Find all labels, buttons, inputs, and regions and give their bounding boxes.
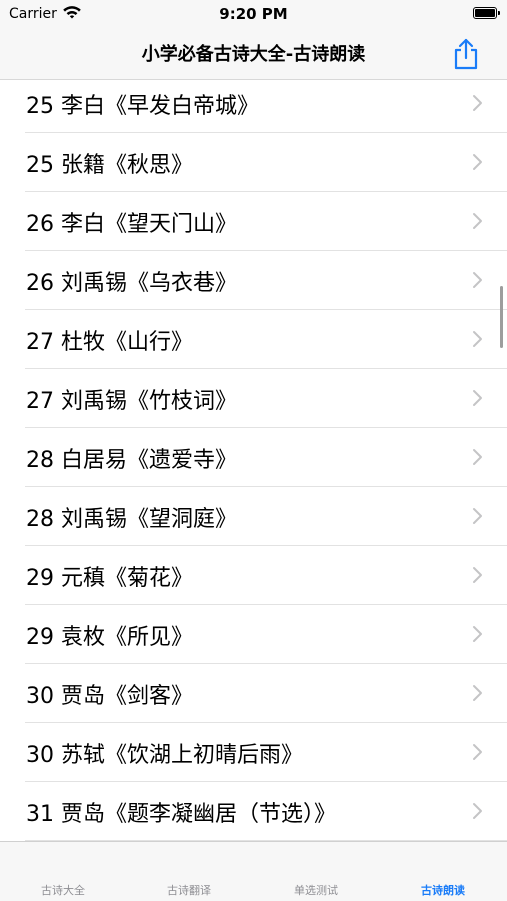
poem-title: 27 刘禹锡《竹枝词》 [26, 389, 237, 414]
tab-label: 古诗朗读 [421, 884, 465, 897]
tab-poem-collection[interactable]: 古诗大全 [0, 842, 126, 901]
list-item[interactable]: 27 杜牧《山行》 [25, 310, 507, 369]
tab-quiz[interactable]: 单选测试 [253, 842, 379, 901]
chevron-right-icon [473, 213, 482, 229]
chevron-right-icon [473, 803, 482, 819]
poem-title: 28 白居易《遗爱寺》 [26, 448, 237, 473]
chevron-right-icon [473, 626, 482, 642]
list-item[interactable]: 30 贾岛《剑客》 [25, 664, 507, 723]
battery-icon [473, 7, 500, 19]
status-bar: Carrier 9:20 PM [0, 0, 507, 30]
chevron-right-icon [473, 390, 482, 406]
share-button[interactable] [450, 37, 482, 71]
list-item[interactable]: 29 袁枚《所见》 [25, 605, 507, 664]
clock: 9:20 PM [219, 5, 288, 23]
tab-bar: 古诗大全 古诗翻译 单选测试 古诗朗读 [0, 841, 507, 901]
list-item[interactable]: 27 刘禹锡《竹枝词》 [25, 369, 507, 428]
poem-title: 27 杜牧《山行》 [26, 330, 193, 355]
chevron-right-icon [473, 744, 482, 760]
tab-poem-reading[interactable]: 古诗朗读 [380, 842, 506, 901]
scroll-indicator[interactable] [500, 286, 503, 348]
list-item[interactable]: 26 刘禹锡《乌衣巷》 [25, 251, 507, 310]
tab-label: 古诗翻译 [167, 884, 211, 897]
list-item[interactable]: 25 李白《早发白帝城》 [25, 80, 507, 133]
poem-title: 28 刘禹锡《望洞庭》 [26, 507, 237, 532]
poem-title: 31 贾岛《题李凝幽居（节选）》 [26, 802, 336, 827]
poem-title: 30 贾岛《剑客》 [26, 684, 193, 709]
poem-title: 30 苏轼《饮湖上初晴后雨》 [26, 743, 303, 768]
list-item[interactable]: 29 元稹《菊花》 [25, 546, 507, 605]
chevron-right-icon [473, 567, 482, 583]
list-item[interactable]: 31 贾岛《题李凝幽居（节选）》 [25, 782, 507, 841]
poem-title: 26 李白《望天门山》 [26, 212, 237, 237]
tab-poem-translation[interactable]: 古诗翻译 [126, 842, 252, 901]
poem-title: 29 袁枚《所见》 [26, 625, 193, 650]
chevron-right-icon [473, 272, 482, 288]
list-item[interactable]: 25 张籍《秋思》 [25, 133, 507, 192]
poem-list[interactable]: 25 李白《早发白帝城》 25 张籍《秋思》 26 李白《望天门山》 26 刘禹锡《乌… [0, 80, 507, 841]
list-item[interactable]: 28 刘禹锡《望洞庭》 [25, 487, 507, 546]
chevron-right-icon [473, 95, 482, 111]
chevron-right-icon [473, 508, 482, 524]
poem-title: 29 元稹《菊花》 [26, 566, 193, 591]
chevron-right-icon [473, 449, 482, 465]
list-item[interactable]: 26 李白《望天门山》 [25, 192, 507, 251]
list-item[interactable]: 28 白居易《遗爱寺》 [25, 428, 507, 487]
poem-title: 25 李白《早发白帝城》 [26, 94, 259, 119]
navigation-bar: 小学必备古诗大全-古诗朗读 [0, 30, 507, 80]
list-item[interactable]: 30 苏轼《饮湖上初晴后雨》 [25, 723, 507, 782]
poem-title: 26 刘禹锡《乌衣巷》 [26, 271, 237, 296]
poem-title: 25 张籍《秋思》 [26, 153, 193, 178]
page-title: 小学必备古诗大全-古诗朗读 [141, 44, 366, 65]
tab-label: 单选测试 [294, 884, 338, 897]
chevron-right-icon [473, 331, 482, 347]
tab-label: 古诗大全 [41, 884, 85, 897]
chevron-right-icon [473, 154, 482, 170]
chevron-right-icon [473, 685, 482, 701]
